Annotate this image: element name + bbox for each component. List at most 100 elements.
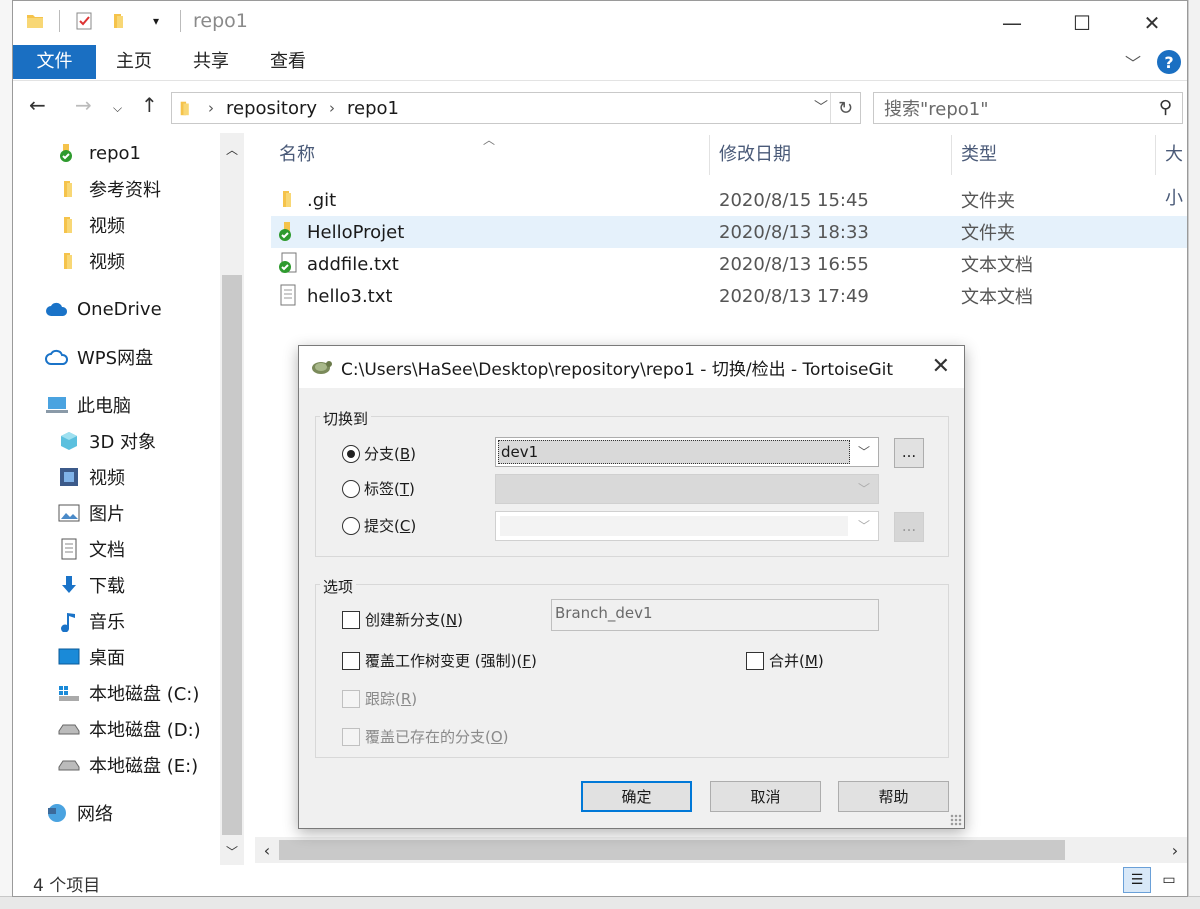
address-bar[interactable]: › repository › repo1 ﹀ ↻ [171, 92, 861, 124]
browse-branch-button[interactable]: ... [894, 438, 924, 468]
override-branch-checkbox[interactable]: 覆盖已存在的分支(O) [342, 726, 509, 747]
file-row[interactable]: addfile.txt 2020/8/13 16:55 文本文档 [271, 248, 1187, 280]
sidebar-item-video-folder-2[interactable]: 视频 [57, 244, 125, 278]
column-divider[interactable] [709, 135, 710, 175]
sidebar-item-music[interactable]: 音乐 [57, 604, 125, 638]
maximize-button[interactable]: ☐ [1047, 1, 1117, 45]
dialog-title-bar: C:\Users\HaSee\Desktop\repository\repo1 … [299, 346, 964, 388]
column-header-date[interactable]: 修改日期 [711, 133, 791, 177]
tag-radio[interactable]: 标签(T) [342, 478, 415, 499]
file-row[interactable]: HelloProjet 2020/8/13 18:33 文件夹 [271, 216, 1187, 248]
properties-icon[interactable] [72, 9, 96, 33]
sidebar-item-onedrive[interactable]: OneDrive [45, 292, 162, 326]
commit-radio[interactable]: 提交(C) [342, 515, 416, 536]
tab-file[interactable]: 文件 [13, 45, 96, 79]
chevron-down-icon[interactable]: ﹀ [858, 443, 870, 460]
chevron-down-icon[interactable]: ﹀ [814, 97, 828, 117]
chevron-right-icon[interactable]: › [329, 99, 335, 117]
tab-view[interactable]: 查看 [270, 45, 306, 79]
branch-radio[interactable]: 分支(B) [342, 443, 416, 464]
sidebar-item-downloads[interactable]: 下载 [57, 568, 125, 602]
cancel-button[interactable]: 取消 [710, 781, 821, 812]
close-icon[interactable]: ✕ [932, 354, 950, 379]
column-divider[interactable] [951, 135, 952, 175]
up-arrow-icon[interactable]: ↑ [141, 93, 158, 117]
tab-home[interactable]: 主页 [116, 45, 152, 79]
sidebar-item-3d-objects[interactable]: 3D 对象 [57, 424, 156, 458]
sidebar-item-drive-e[interactable]: 本地磁盘 (E:) [57, 748, 198, 782]
sidebar-item-desktop[interactable]: 桌面 [57, 640, 125, 674]
options-label: 选项 [320, 576, 357, 597]
column-divider[interactable] [1155, 135, 1156, 175]
horizontal-scrollbar[interactable]: ‹ › [255, 837, 1187, 863]
sidebar-item-documents[interactable]: 文档 [57, 532, 125, 566]
branch-select[interactable]: dev1 ﹀ [495, 437, 879, 467]
network-icon [45, 801, 69, 825]
tortoisegit-icon [309, 355, 333, 379]
sidebar-item-pictures[interactable]: 图片 [57, 496, 125, 530]
create-branch-checkbox[interactable]: 创建新分支(N) [342, 609, 463, 630]
file-date: 2020/8/15 15:45 [719, 189, 869, 211]
scroll-left-icon[interactable]: ‹ [255, 837, 279, 863]
sidebar-item-wps[interactable]: WPS网盘 [45, 340, 153, 374]
sidebar-item-drive-d[interactable]: 本地磁盘 (D:) [57, 712, 201, 746]
commit-input[interactable]: ﹀ [495, 511, 879, 541]
navigation-bar: ← → ⌵ ↑ › repository › repo1 ﹀ ↻ 搜索"repo… [13, 81, 1187, 133]
sidebar-item-videos[interactable]: 视频 [57, 460, 125, 494]
track-checkbox[interactable]: 跟踪(R) [342, 688, 417, 709]
merge-checkbox[interactable]: 合并(M) [746, 650, 824, 671]
file-name: addfile.txt [307, 253, 399, 275]
scrollbar-thumb[interactable] [279, 840, 1065, 860]
file-name: .git [307, 189, 337, 211]
commit-input-field[interactable] [500, 516, 848, 536]
recent-locations-icon[interactable]: ⌵ [113, 101, 122, 116]
new-folder-icon[interactable] [108, 9, 132, 33]
forward-arrow-icon[interactable]: → [75, 93, 92, 117]
search-icon[interactable]: ⚲ [1159, 97, 1172, 118]
scroll-right-icon[interactable]: › [1163, 837, 1187, 863]
help-icon[interactable]: ? [1157, 50, 1181, 74]
override-worktree-checkbox[interactable]: 覆盖工作树变更 (强制)(F) [342, 650, 537, 671]
branch-select-value: dev1 [498, 440, 850, 464]
sidebar-item-label: 本地磁盘 (E:) [89, 756, 199, 777]
minimize-button[interactable]: — [977, 1, 1047, 45]
scroll-up-icon[interactable]: ︿ [220, 137, 244, 161]
git-folder-icon [277, 220, 301, 244]
file-row[interactable]: .git 2020/8/15 15:45 文件夹 [271, 184, 1187, 216]
chevron-right-icon[interactable]: › [208, 99, 214, 117]
tag-select[interactable]: ﹀ [495, 474, 879, 504]
resize-grip[interactable] [950, 814, 962, 826]
breadcrumb-repo1[interactable]: repo1 [347, 98, 399, 119]
expand-ribbon-icon[interactable]: ﹀ [1125, 50, 1141, 74]
help-button[interactable]: 帮助 [838, 781, 949, 812]
column-header-name[interactable]: 名称 [271, 133, 315, 177]
sidebar-item-video-folder[interactable]: 视频 [57, 208, 125, 242]
chevron-down-icon[interactable]: ﹀ [858, 480, 870, 497]
sidebar-item-network[interactable]: 网络 [45, 796, 113, 830]
folder-icon [57, 213, 81, 237]
back-arrow-icon[interactable]: ← [29, 93, 46, 117]
sidebar-item-this-pc[interactable]: 此电脑 [45, 388, 131, 422]
column-header-type[interactable]: 类型 [953, 133, 997, 177]
scroll-down-icon[interactable]: ﹀ [220, 839, 244, 863]
scrollbar-thumb[interactable] [222, 275, 242, 835]
ok-button[interactable]: 确定 [581, 781, 692, 812]
status-bar: 4 个项目 ☰ ▭ [13, 865, 1187, 897]
file-row[interactable]: hello3.txt 2020/8/13 17:49 文本文档 [271, 280, 1187, 312]
column-header-size[interactable]: 大小 [1157, 133, 1187, 209]
sidebar-item-drive-c[interactable]: 本地磁盘 (C:) [57, 676, 199, 710]
customize-toolbar-icon[interactable]: ▾ [144, 9, 168, 33]
browse-commit-button[interactable]: ... [894, 512, 924, 542]
new-branch-name-input[interactable]: Branch_dev1 [551, 599, 879, 631]
refresh-icon[interactable]: ↻ [830, 93, 860, 123]
tab-share[interactable]: 共享 [193, 45, 229, 79]
details-view-icon[interactable]: ☰ [1123, 867, 1151, 893]
close-button[interactable]: ✕ [1117, 1, 1187, 45]
search-box[interactable]: 搜索"repo1" ⚲ [873, 92, 1183, 124]
breadcrumb-repository[interactable]: repository [226, 98, 317, 119]
chevron-down-icon[interactable]: ﹀ [858, 517, 870, 534]
sidebar-scrollbar[interactable]: ︿ ﹀ [220, 133, 244, 865]
sidebar-item-repo1[interactable]: repo1 [57, 136, 141, 170]
large-icons-view-icon[interactable]: ▭ [1155, 867, 1183, 893]
sidebar-item-references[interactable]: 参考资料 [57, 172, 161, 206]
